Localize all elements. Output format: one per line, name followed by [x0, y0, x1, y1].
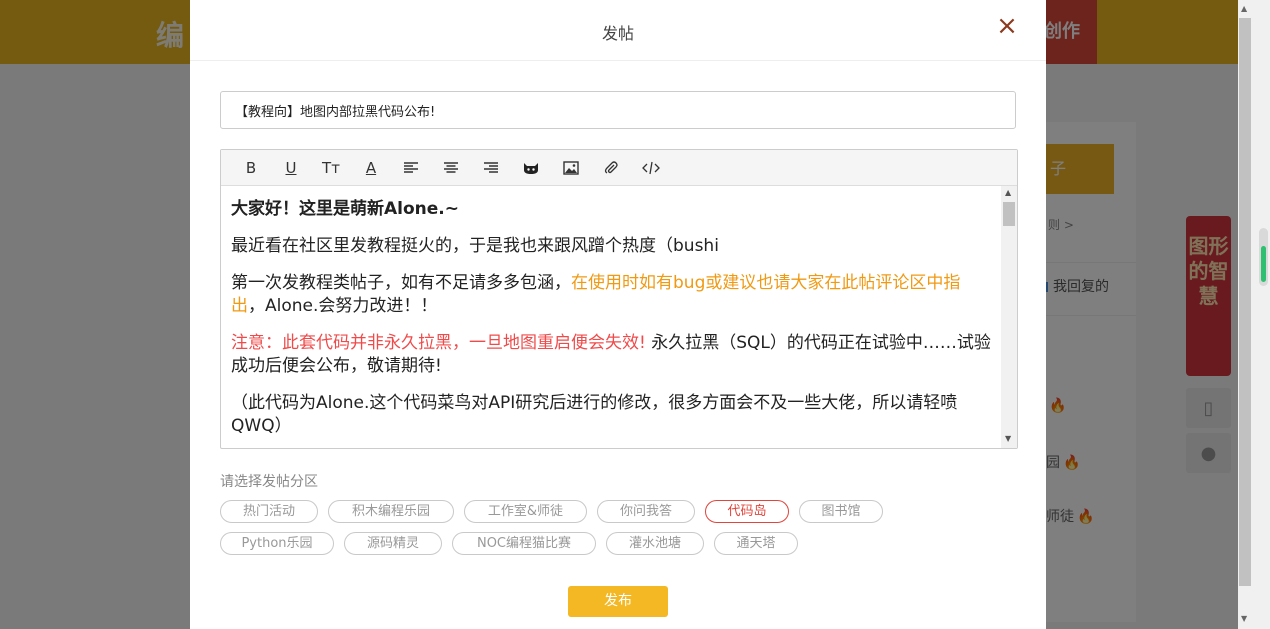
scrollbar-thumb[interactable]	[1239, 18, 1251, 586]
rich-text-editor: B U Tт A 大家好！这里是萌新Alone.~ 最近看在社区里发教程挺火的，…	[220, 149, 1018, 449]
scroll-down-icon[interactable]: ▼	[1241, 614, 1247, 623]
attachment-icon[interactable]	[591, 150, 631, 186]
category-label: 请选择发帖分区	[220, 474, 318, 490]
content-paragraph: 最近看在社区里发教程挺火的，于是我也来跟风蹭个热度（bushi	[231, 236, 719, 256]
category-noc[interactable]: NOC编程猫比赛	[452, 532, 596, 555]
category-source-code[interactable]: 源码精灵	[344, 532, 442, 555]
dialog-title: 发帖	[601, 24, 634, 43]
category-block-coding[interactable]: 积木编程乐园	[328, 500, 454, 523]
scrollbar-thumb[interactable]	[1003, 202, 1015, 226]
font-size-icon[interactable]: Tт	[311, 150, 351, 186]
category-library[interactable]: 图书馆	[799, 500, 883, 523]
close-icon[interactable]: ×	[996, 13, 1018, 39]
content-text: ，Alone.会努力改进！！	[248, 296, 438, 316]
post-dialog: 发帖 × B U Tт A	[190, 0, 1046, 629]
cat-emoji-icon[interactable]	[511, 150, 551, 186]
align-left-icon[interactable]	[391, 150, 431, 186]
font-color-icon[interactable]: A	[351, 150, 391, 186]
dialog-header: 发帖 ×	[190, 0, 1046, 61]
page-scrollbar[interactable]: ▲ ▼	[1238, 0, 1252, 629]
warning-text: 注意：此套代码并非永久拉黑，一旦地图重启便会失效!	[231, 333, 646, 353]
post-title-input[interactable]	[220, 91, 1016, 129]
category-hot-events[interactable]: 热门活动	[220, 500, 318, 523]
publish-button[interactable]: 发布	[568, 586, 668, 617]
scroll-down-icon[interactable]: ▼	[1005, 434, 1011, 443]
content-text: 第一次发教程类帖子，如有不足请多多包涵，	[231, 273, 571, 293]
editor-toolbar: B U Tт A	[221, 150, 1017, 186]
category-code-island[interactable]: 代码岛	[705, 500, 789, 523]
scroll-up-icon[interactable]: ▲	[1005, 188, 1011, 197]
content-paragraph: 第一次发教程类帖子，如有不足请多多包涵，在使用时如有bug或建议也请大家在此帖评…	[231, 272, 991, 318]
category-python[interactable]: Python乐园	[220, 532, 334, 555]
handle-indicator	[1261, 246, 1266, 282]
code-icon[interactable]	[631, 150, 671, 186]
content-paragraph: 注意：此套代码并非永久拉黑，一旦地图重启便会失效! 永久拉黑（SQL）的代码正在…	[231, 332, 991, 378]
align-center-icon[interactable]	[431, 150, 471, 186]
category-qa[interactable]: 你问我答	[597, 500, 695, 523]
image-icon[interactable]	[551, 150, 591, 186]
editor-scrollbar[interactable]: ▲ ▼	[1001, 186, 1017, 448]
category-tower[interactable]: 通天塔	[714, 532, 798, 555]
content-paragraph: （此代码为Alone.这个代码菜鸟对API研究后进行的修改，很多方面会不及一些大…	[231, 393, 958, 436]
category-studio[interactable]: 工作室&师徒	[464, 500, 587, 523]
editor-content[interactable]: 大家好！这里是萌新Alone.~ 最近看在社区里发教程挺火的，于是我也来跟风蹭个…	[221, 186, 1001, 448]
scroll-up-icon[interactable]: ▲	[1241, 4, 1247, 13]
bold-icon[interactable]: B	[231, 150, 271, 186]
underline-icon[interactable]: U	[271, 150, 311, 186]
category-water-pond[interactable]: 灌水池塘	[606, 532, 704, 555]
content-paragraph: 大家好！这里是萌新Alone.~	[231, 199, 459, 219]
align-right-icon[interactable]	[471, 150, 511, 186]
side-handle[interactable]	[1259, 228, 1268, 286]
